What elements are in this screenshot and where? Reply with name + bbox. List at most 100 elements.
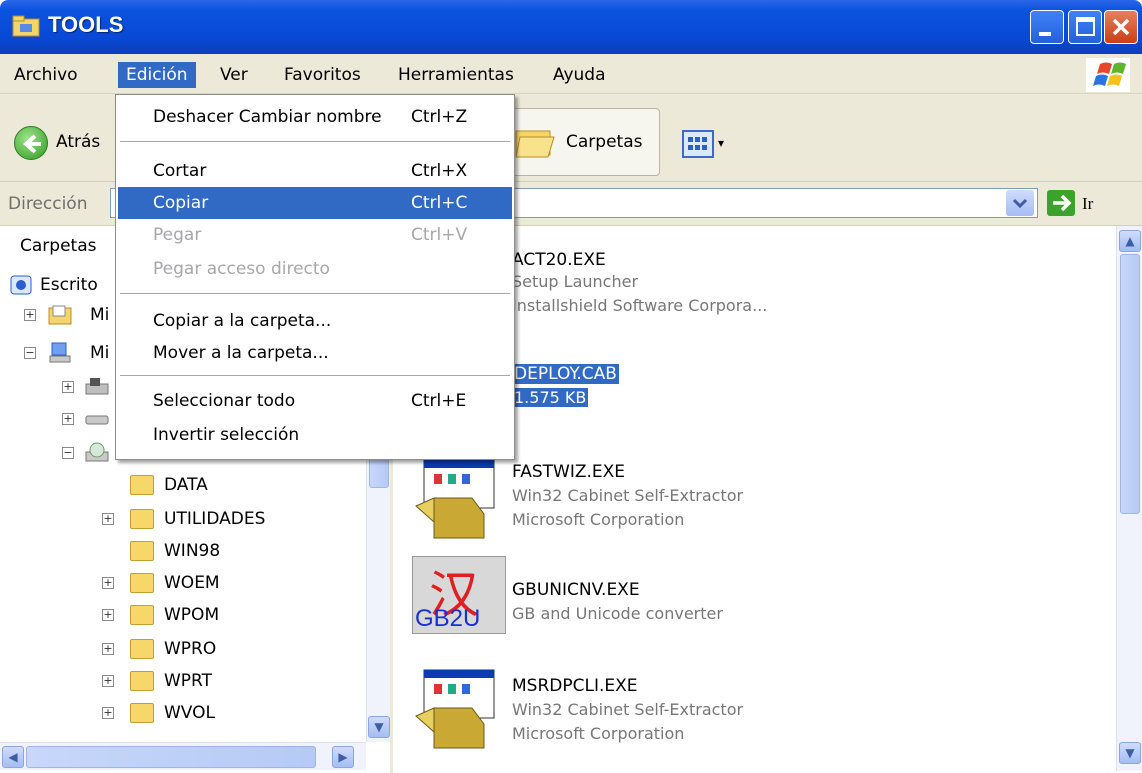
folder-icon bbox=[130, 703, 154, 723]
views-dropdown-icon[interactable]: ▾ bbox=[718, 136, 724, 150]
minimize-button[interactable] bbox=[1030, 10, 1064, 44]
expand-icon[interactable]: + bbox=[102, 609, 114, 621]
scroll-up-icon[interactable]: ▲ bbox=[1119, 230, 1141, 252]
expand-icon[interactable]: + bbox=[62, 413, 74, 425]
menu-ayuda[interactable]: Ayuda bbox=[545, 62, 614, 88]
tree-item-label: UTILIDADES bbox=[164, 509, 266, 529]
maximize-button[interactable] bbox=[1068, 10, 1102, 44]
menu-ver[interactable]: Ver bbox=[212, 62, 256, 88]
file-size: 1.575 KB bbox=[512, 388, 589, 407]
menu-item-move-to-folder[interactable]: Mover a la carpeta... bbox=[118, 337, 512, 369]
file-description: Setup Launcher bbox=[512, 272, 639, 291]
folder-icon bbox=[130, 475, 154, 495]
back-arrow-icon bbox=[22, 134, 41, 154]
file-name[interactable]: FASTWIZ.EXE bbox=[512, 462, 625, 482]
menu-item-select-all[interactable]: Seleccionar todo Ctrl+E bbox=[118, 385, 512, 417]
tree-item-label: DATA bbox=[164, 475, 208, 495]
gb2u-label: GB2U bbox=[415, 605, 481, 632]
minimize-icon bbox=[1039, 32, 1051, 36]
cd-drive-icon bbox=[85, 442, 109, 462]
menu-item-undo-rename[interactable]: Deshacer Cambiar nombre Ctrl+Z bbox=[118, 101, 512, 133]
close-button[interactable] bbox=[1104, 10, 1138, 44]
expand-icon[interactable]: + bbox=[102, 513, 114, 525]
tree-item-label: Mi bbox=[90, 305, 110, 325]
folder-icon bbox=[130, 509, 154, 529]
scroll-down-icon[interactable]: ▼ bbox=[1119, 742, 1141, 764]
file-name[interactable]: MSRDPCLI.EXE bbox=[512, 676, 638, 696]
menu-item-copy-to-folder[interactable]: Copiar a la carpeta... bbox=[118, 305, 512, 337]
folder-icon bbox=[130, 605, 154, 625]
scroll-thumb[interactable] bbox=[1120, 254, 1140, 514]
cabinet-installer-icon[interactable] bbox=[412, 668, 500, 749]
menu-item-copy[interactable]: Copiar Ctrl+C bbox=[118, 187, 512, 219]
tree-item-label: WPRO bbox=[164, 639, 217, 659]
chevron-down-icon bbox=[1012, 198, 1028, 209]
collapse-icon[interactable]: − bbox=[24, 347, 36, 359]
expand-icon[interactable]: + bbox=[24, 309, 36, 321]
hard-drive-icon bbox=[85, 415, 109, 425]
tree-item-label: Mi bbox=[90, 343, 110, 363]
folder-icon bbox=[130, 541, 154, 561]
title-bar[interactable] bbox=[0, 0, 1142, 54]
views-button[interactable] bbox=[682, 130, 714, 158]
menu-item-paste[interactable]: Pegar Ctrl+V bbox=[118, 219, 512, 251]
file-name-selected[interactable]: DEPLOY.CAB bbox=[512, 364, 619, 384]
file-description: Win32 Cabinet Self-Extractor bbox=[512, 486, 744, 505]
address-label: Dirección bbox=[8, 194, 88, 214]
file-description: GB and Unicode converter bbox=[512, 604, 723, 623]
scroll-down-icon[interactable]: ▼ bbox=[368, 716, 390, 738]
folders-button-label[interactable]: Carpetas bbox=[566, 132, 642, 152]
menu-archivo[interactable]: Archivo bbox=[6, 62, 86, 88]
file-description: Win32 Cabinet Self-Extractor bbox=[512, 700, 744, 719]
edit-menu-dropdown: Deshacer Cambiar nombre Ctrl+Z Cortar Ct… bbox=[115, 94, 515, 460]
menu-separator bbox=[120, 293, 510, 294]
menu-item-paste-shortcut[interactable]: Pegar acceso directo bbox=[118, 253, 512, 285]
floppy-drive-icon bbox=[85, 378, 109, 395]
folder-icon bbox=[130, 671, 154, 691]
go-label[interactable]: Ir bbox=[1082, 194, 1093, 214]
scroll-right-icon[interactable]: ▶ bbox=[332, 746, 354, 768]
gb2u-icon[interactable]: 汉 GB2U bbox=[412, 556, 506, 634]
collapse-icon[interactable]: − bbox=[62, 447, 74, 459]
menu-edicion[interactable]: Edición bbox=[118, 62, 196, 88]
address-dropdown-button[interactable] bbox=[1006, 190, 1034, 216]
windows-logo-icon bbox=[1086, 58, 1130, 92]
expand-icon[interactable]: + bbox=[102, 643, 114, 655]
expand-icon[interactable]: + bbox=[102, 675, 114, 687]
desktop-icon bbox=[10, 275, 32, 295]
my-computer-icon bbox=[49, 342, 71, 363]
file-name[interactable]: ACT20.EXE bbox=[512, 250, 606, 270]
back-button[interactable] bbox=[14, 126, 48, 160]
go-arrow-icon bbox=[1053, 194, 1072, 212]
file-list-vertical-scrollbar[interactable]: ▲ ▼ bbox=[1116, 226, 1142, 771]
menu-bar: Archivo Edición Ver Favoritos Herramient… bbox=[0, 54, 1142, 94]
my-documents-icon bbox=[48, 305, 72, 325]
tree-horizontal-scrollbar[interactable]: ◀ ▶ bbox=[0, 742, 366, 770]
views-icon bbox=[688, 137, 707, 150]
tree-item-label: Escrito bbox=[40, 275, 98, 295]
tree-item-label: WIN98 bbox=[164, 541, 221, 561]
folders-icon bbox=[515, 130, 555, 158]
expand-icon[interactable]: + bbox=[102, 707, 114, 719]
folder-icon bbox=[130, 639, 154, 659]
menu-item-cut[interactable]: Cortar Ctrl+X bbox=[118, 155, 512, 187]
expand-icon[interactable]: + bbox=[102, 577, 114, 589]
tree-item-label: WPOM bbox=[164, 605, 220, 625]
tree-item-label: WOEM bbox=[164, 573, 220, 593]
file-name[interactable]: GBUNICNV.EXE bbox=[512, 580, 640, 600]
scroll-thumb[interactable] bbox=[26, 746, 316, 768]
file-company: Microsoft Corporation bbox=[512, 724, 685, 743]
file-company: Installshield Software Corpora... bbox=[512, 296, 768, 315]
go-button[interactable] bbox=[1047, 190, 1075, 216]
close-icon bbox=[1112, 18, 1130, 36]
expand-icon[interactable]: + bbox=[62, 381, 74, 393]
menu-favoritos[interactable]: Favoritos bbox=[276, 62, 369, 88]
menu-herramientas[interactable]: Herramientas bbox=[390, 62, 522, 88]
folder-window-icon bbox=[12, 14, 40, 38]
scroll-left-icon[interactable]: ◀ bbox=[2, 746, 24, 768]
menu-item-invert-selection[interactable]: Invertir selección bbox=[118, 419, 512, 451]
folder-icon bbox=[130, 573, 154, 593]
cabinet-installer-icon[interactable] bbox=[412, 458, 500, 539]
maximize-icon bbox=[1076, 17, 1095, 36]
back-button-label[interactable]: Atrás bbox=[56, 132, 100, 152]
